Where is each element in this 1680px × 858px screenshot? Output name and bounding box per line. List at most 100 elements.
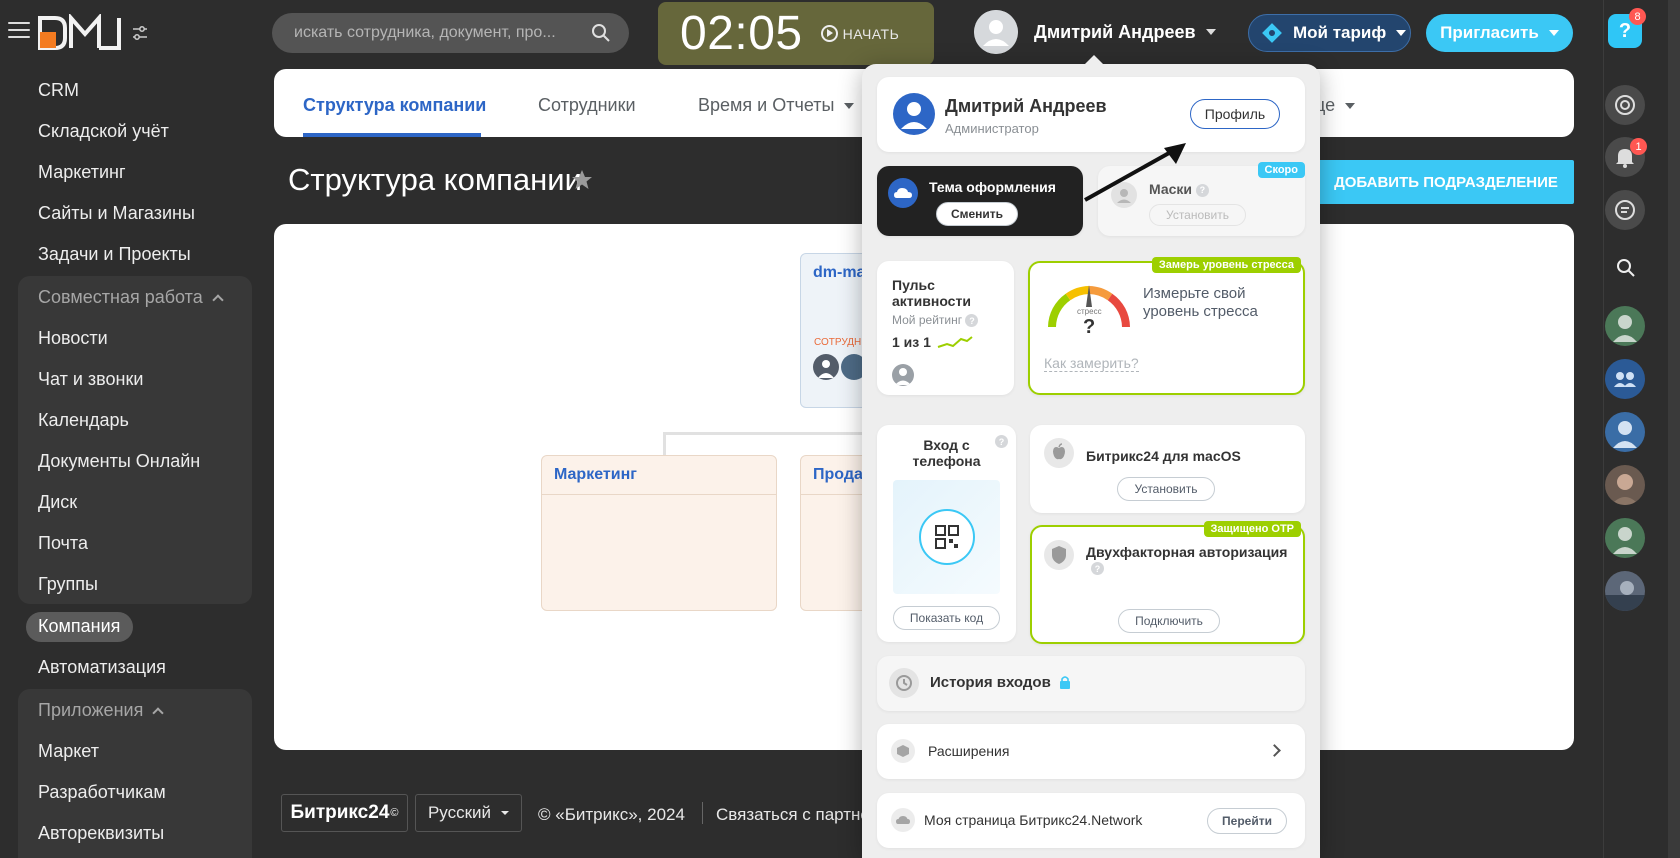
tab-employees[interactable]: Сотрудники xyxy=(538,95,636,116)
stress-badge: Замерь уровень стресса xyxy=(1151,257,1301,273)
sidebar-item-chat[interactable]: Чат и звонки xyxy=(38,369,143,390)
sidebar-item-calendar[interactable]: Календарь xyxy=(38,410,129,431)
chevron-down-icon xyxy=(501,811,510,815)
stress-card[interactable]: Замерь уровень стресса стресс ? Измерьте… xyxy=(1028,257,1305,395)
avatar xyxy=(893,93,935,135)
sidebar-item-tasks[interactable]: Задачи и Проекты xyxy=(38,244,191,265)
phone-login-card[interactable]: Вход с телефона ? Показать код xyxy=(877,425,1016,642)
stress-value: ? xyxy=(1083,316,1096,338)
footer-logo[interactable]: Битрикс24 © xyxy=(281,794,408,832)
chevron-down-icon xyxy=(1548,30,1559,36)
user-menu[interactable]: Дмитрий Андреев xyxy=(974,10,1216,54)
profile-button[interactable]: Профиль xyxy=(1190,99,1280,129)
sidebar-item-news[interactable]: Новости xyxy=(38,328,108,349)
chevron-down-icon xyxy=(1396,30,1407,36)
theme-card[interactable]: Тема оформления Сменить xyxy=(877,166,1083,236)
add-department-button[interactable]: ДОБАВИТЬ ПОДРАЗДЕЛЕНИЕ xyxy=(1318,160,1574,204)
timer-start-button[interactable]: НАЧАТЬ xyxy=(820,25,900,42)
page-title: Структура компании xyxy=(288,162,582,197)
sidebar-item-market[interactable]: Маркет xyxy=(38,741,99,762)
help-icon[interactable]: ? xyxy=(1091,562,1104,575)
search-icon[interactable] xyxy=(591,23,611,43)
sidebar-section-collab[interactable]: Совместная работа xyxy=(38,287,224,308)
mac-app-card[interactable]: Битрикс24 для macOS Установить xyxy=(1030,425,1305,513)
avatar xyxy=(892,364,914,386)
stress-gauge-label: стресс xyxy=(1077,307,1102,316)
language-label: Русский xyxy=(427,803,492,822)
otp-connect-button[interactable]: Подключить xyxy=(1118,609,1220,633)
help-badge: 8 xyxy=(1629,8,1646,25)
avatar[interactable] xyxy=(1605,306,1645,346)
timer-start-label: НАЧАТЬ xyxy=(842,25,900,42)
sidebar-item-automation[interactable]: Автоматизация xyxy=(38,657,166,678)
company-logo[interactable] xyxy=(37,14,123,52)
chevron-down-icon xyxy=(844,103,855,110)
avatar[interactable] xyxy=(1605,518,1645,558)
search-input[interactable] xyxy=(294,24,591,42)
scrollbar[interactable] xyxy=(1668,0,1680,858)
two-factor-card[interactable]: Защищено OTP Двухфакторная авторизация ?… xyxy=(1030,521,1305,644)
help-icon[interactable]: ? xyxy=(965,314,979,328)
mac-install-button[interactable]: Установить xyxy=(1117,477,1215,501)
copyright: © «Битрикс», 2024 xyxy=(538,805,685,824)
tab-structure[interactable]: Структура компании xyxy=(303,95,486,116)
active-tab-underline xyxy=(303,133,481,137)
partner-link[interactable]: Связаться с партнером xyxy=(716,805,862,825)
shield-icon xyxy=(1044,540,1074,570)
department-card-sales[interactable]: Прода xyxy=(800,455,870,611)
avatar[interactable] xyxy=(1605,571,1645,611)
otp-badge: Защищено OTP xyxy=(1203,521,1301,537)
group-chat-avatar[interactable] xyxy=(1605,359,1645,399)
sidebar-item-marketing[interactable]: Маркетинг xyxy=(38,162,126,183)
invite-button[interactable]: Пригласить xyxy=(1426,14,1573,52)
department-card-marketing[interactable]: Маркетинг xyxy=(541,455,777,611)
sidebar-item-docs[interactable]: Документы Онлайн xyxy=(38,451,200,472)
tariff-button[interactable]: Мой тариф xyxy=(1248,14,1411,52)
divider xyxy=(702,802,703,824)
avatar[interactable] xyxy=(1605,465,1645,505)
change-theme-button[interactable]: Сменить xyxy=(936,202,1018,226)
chevron-right-icon xyxy=(1268,744,1281,757)
menu-icon[interactable] xyxy=(8,22,30,40)
help-icon[interactable]: ? xyxy=(995,435,1008,448)
sidebar-item-autorequisites[interactable]: Автореквизиты xyxy=(38,823,164,844)
trend-icon xyxy=(937,335,973,349)
stress-how-link[interactable]: Как замерить? xyxy=(1044,355,1139,372)
qr-code-icon[interactable] xyxy=(919,509,975,565)
settings-sliders-icon[interactable] xyxy=(132,25,148,41)
search-icon[interactable] xyxy=(1616,258,1636,278)
sidebar-item-groups[interactable]: Группы xyxy=(38,574,98,595)
login-history-card[interactable]: История входов xyxy=(877,656,1305,711)
sidebar-item-disk[interactable]: Диск xyxy=(38,492,77,513)
sidebar-item-crm[interactable]: CRM xyxy=(38,80,79,101)
tab-time-reports[interactable]: Время и Отчеты xyxy=(698,95,855,116)
work-timer[interactable]: 02:05 НАЧАТЬ xyxy=(658,2,934,65)
pulse-rating-value: 1 из 1 xyxy=(892,334,931,350)
sidebar-section-apps[interactable]: Приложения xyxy=(38,700,164,721)
pulse-rating-label: Мой рейтинг ? xyxy=(892,313,979,328)
tab-more[interactable]: це xyxy=(1315,95,1356,116)
pulse-card[interactable]: Пульс активности Мой рейтинг ? 1 из 1 xyxy=(877,261,1014,395)
history-title: История входов xyxy=(930,674,1071,691)
chevron-down-icon xyxy=(1205,29,1216,35)
chat-icon[interactable] xyxy=(1605,190,1645,230)
sidebar-item-mail[interactable]: Почта xyxy=(38,533,88,554)
footer-logo-text: Битрикс24 xyxy=(290,802,390,823)
language-select[interactable]: Русский xyxy=(415,794,522,832)
search-bar[interactable] xyxy=(272,13,629,53)
star-icon[interactable] xyxy=(570,168,594,192)
avatar xyxy=(974,10,1018,54)
avatar[interactable] xyxy=(1605,412,1645,452)
show-code-button[interactable]: Показать код xyxy=(893,606,1000,630)
sidebar-item-warehouse[interactable]: Складской учёт xyxy=(38,121,169,142)
soon-badge: Скоро xyxy=(1257,162,1305,178)
network-card[interactable]: Моя страница Битрикс24.Network Перейти xyxy=(877,793,1305,848)
pulse-sub-text: Мой рейтинг xyxy=(892,313,963,327)
activity-icon[interactable] xyxy=(1605,85,1645,125)
network-go-button[interactable]: Перейти xyxy=(1207,808,1287,834)
extensions-card[interactable]: Расширения xyxy=(877,724,1305,779)
sidebar-item-company[interactable]: Компания xyxy=(38,616,120,637)
sidebar-item-sites[interactable]: Сайты и Магазины xyxy=(38,203,195,224)
sidebar-item-developers[interactable]: Разработчикам xyxy=(38,782,166,803)
mac-title: Битрикс24 для macOS xyxy=(1086,448,1241,464)
